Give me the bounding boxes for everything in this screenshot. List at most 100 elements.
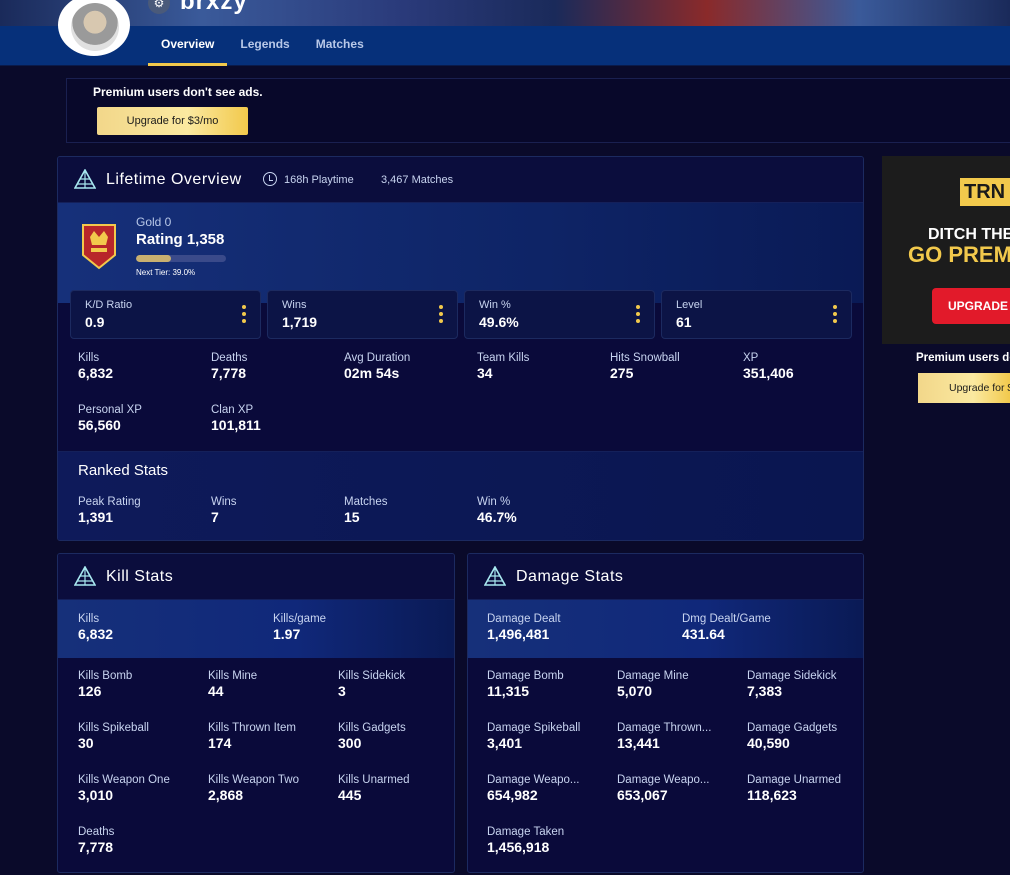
profile-tabs: Overview Legends Matches (148, 26, 377, 66)
stat-value: 7 (211, 509, 219, 525)
stat-value: 13,441 (617, 735, 660, 751)
stat-ranked-matches: Matches 15 (344, 496, 387, 525)
stat-value: 275 (610, 365, 634, 381)
playtime-label: 168h Playtime (284, 174, 354, 186)
rank-tier: Gold 0 (136, 215, 172, 229)
stat-label: Damage Unarmed (747, 774, 841, 786)
stat-label: Wins (211, 496, 237, 508)
stat-value: 46.7% (477, 509, 517, 525)
stat-kills-weapon-one: Kills Weapon One 3,010 (78, 774, 170, 803)
stat-value: 7,778 (78, 839, 114, 855)
kill-stats-card: Kill Stats Kills 6,832 Kills/game 1.97 K… (57, 553, 455, 873)
side-upgrade-button[interactable]: Upgrade for $3/mo (918, 373, 1010, 403)
stat-level[interactable]: Level 61 (661, 290, 852, 339)
stat-win-percent[interactable]: Win % 49.6% (464, 290, 655, 339)
stat-label: Damage Spikeball (487, 722, 581, 734)
rank-progress-fill (136, 255, 172, 262)
stat-value: 445 (338, 787, 362, 803)
stat-label: Kills Gadgets (338, 722, 406, 734)
tab-matches[interactable]: Matches (303, 26, 377, 66)
stat-damage-taken: Damage Taken 1,456,918 (487, 826, 564, 855)
stat-kills-unarmed: Kills Unarmed 445 (338, 774, 410, 803)
tab-legends[interactable]: Legends (227, 26, 302, 66)
stat-label: Damage Mine (617, 670, 689, 682)
more-options-icon[interactable] (636, 305, 640, 325)
side-ad-upgrade-button[interactable]: UPGRADE (932, 288, 1010, 324)
stat-damage-dealt: Damage Dealt 1,496,481 (487, 613, 561, 642)
stat-label: Personal XP (78, 404, 142, 416)
stat-value: 3,401 (487, 735, 523, 751)
lifetime-overview-header: Lifetime Overview 168h Playtime 3,467 Ma… (58, 157, 863, 203)
stat-value: 40,590 (747, 735, 790, 751)
clock-icon (263, 172, 277, 186)
stat-damage-bomb: Damage Bomb 11,315 (487, 670, 564, 699)
premium-ad-text: Premium users don't see ads. (93, 85, 263, 99)
upgrade-button[interactable]: Upgrade for $3/mo (97, 107, 248, 135)
stat-value: 174 (208, 735, 232, 751)
stat-label: Matches (344, 496, 388, 508)
stat-value: 44 (208, 683, 224, 699)
stat-label: Clan XP (211, 404, 254, 416)
damage-stats-header: Damage Stats (468, 554, 863, 600)
stat-value: 1,496,481 (487, 626, 550, 642)
stat-damage-weapon-two: Damage Weapo... 653,067 (617, 774, 709, 803)
trn-logo: TRN (960, 178, 1010, 206)
ranked-stats-title: Ranked Stats (78, 462, 169, 479)
stat-label: Damage Weapo... (487, 774, 580, 786)
stat-value: 6,832 (78, 626, 114, 642)
stat-kd-ratio[interactable]: K/D Ratio 0.9 (70, 290, 261, 339)
tab-overview[interactable]: Overview (148, 26, 228, 66)
damage-stats-highlight: Damage Dealt 1,496,481 Dmg Dealt/Game 43… (468, 600, 863, 658)
stat-label: Kills/game (273, 613, 327, 625)
stat-damage-per-game: Dmg Dealt/Game 431.64 (682, 613, 771, 642)
side-ad[interactable]: TRN DITCH THE GO PREMIUM UPGRADE (882, 156, 1010, 344)
stat-label: Kills Spikeball (78, 722, 149, 734)
stat-value: 0.9 (85, 314, 105, 330)
stat-xp: XP 351,406 (743, 352, 794, 381)
stat-kills: Kills 6,832 (78, 352, 113, 381)
stat-label: Damage Dealt (487, 613, 561, 625)
stat-label: Kills Thrown Item (208, 722, 296, 734)
stat-label: Win % (477, 496, 511, 508)
more-options-icon[interactable] (833, 305, 837, 325)
lifetime-overview-title: Lifetime Overview (106, 171, 242, 188)
stat-label: Hits Snowball (610, 352, 680, 364)
lifetime-overview-card: Lifetime Overview 168h Playtime 3,467 Ma… (57, 156, 864, 541)
stat-value: 351,406 (743, 365, 794, 381)
stat-kills-gadgets: Kills Gadgets 300 (338, 722, 406, 751)
stat-kills-mine: Kills Mine 44 (208, 670, 257, 699)
stat-label: Team Kills (477, 352, 530, 364)
stat-value: 7,383 (747, 683, 783, 699)
stat-wins[interactable]: Wins 1,719 (267, 290, 458, 339)
damage-stats-title: Damage Stats (516, 568, 624, 585)
stat-label: Kills Weapon One (78, 774, 170, 786)
stat-kills-spikeball: Kills Spikeball 30 (78, 722, 149, 751)
stat-damage-gadgets: Damage Gadgets 40,590 (747, 722, 837, 751)
stat-label: Deaths (78, 826, 115, 838)
stat-label: Damage Sidekick (747, 670, 837, 682)
stat-kills-per-game: Kills/game 1.97 (273, 613, 326, 642)
stat-value: 15 (344, 509, 360, 525)
stat-value: 101,811 (211, 417, 261, 433)
kill-stats-title: Kill Stats (106, 568, 174, 585)
stat-ranked-wins: Wins 7 (211, 496, 237, 525)
more-options-icon[interactable] (439, 305, 443, 325)
more-options-icon[interactable] (242, 305, 246, 325)
side-premium-text: Premium users don't see ads. (916, 352, 1010, 364)
kill-stats-header: Kill Stats (58, 554, 454, 600)
stat-label: Damage Gadgets (747, 722, 838, 734)
stat-value: 49.6% (479, 314, 519, 330)
username: brxzy (180, 0, 248, 15)
next-tier-label: Next Tier: 39.0% (136, 268, 196, 277)
stat-peak-rating: Peak Rating 1,391 (78, 496, 141, 525)
stat-label: K/D Ratio (85, 299, 133, 311)
stat-value: 5,070 (617, 683, 653, 699)
avatar-image (71, 3, 119, 51)
stat-damage-unarmed: Damage Unarmed 118,623 (747, 774, 841, 803)
stat-value: 02m 54s (344, 365, 400, 381)
stat-kills-bomb: Kills Bomb 126 (78, 670, 132, 699)
stat-value: 1.97 (273, 626, 301, 642)
brawlhalla-logo-icon (484, 566, 506, 586)
stat-ranked-win-percent: Win % 46.7% (477, 496, 517, 525)
brawlhalla-logo-icon (74, 566, 96, 586)
